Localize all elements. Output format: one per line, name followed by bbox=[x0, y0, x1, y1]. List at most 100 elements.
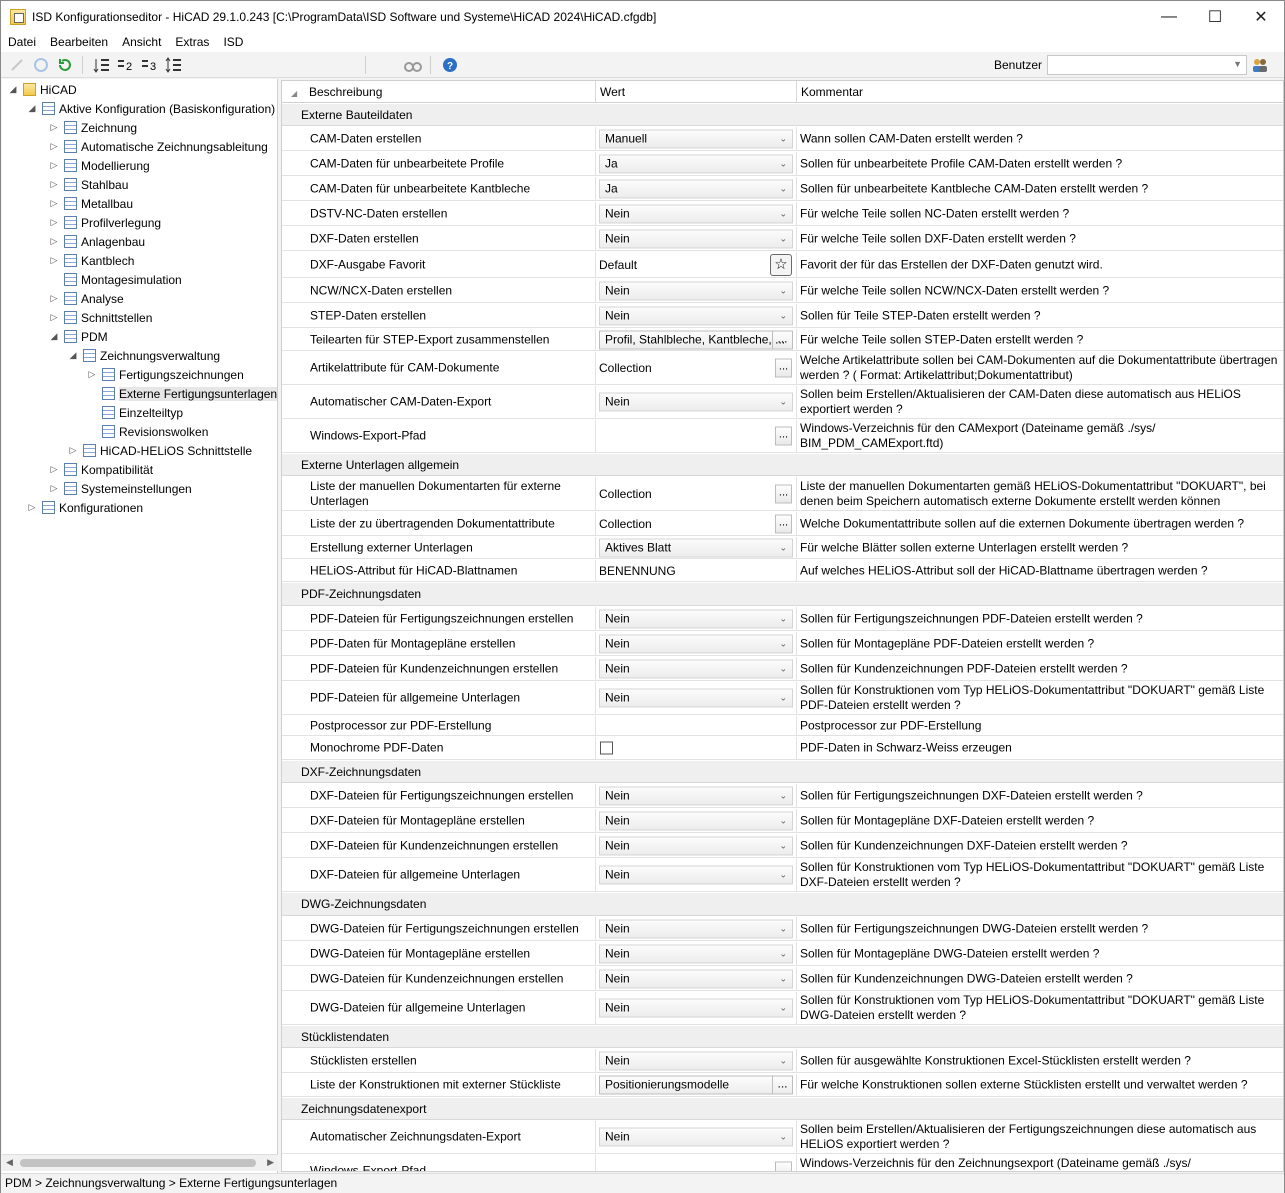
property-row[interactable]: PDF-Daten für Montagepläne erstellen Nein… bbox=[282, 632, 1283, 656]
tree-node[interactable]: Revisionswolken bbox=[87, 422, 208, 441]
tree-node[interactable]: Externe Fertigungsunterlagen bbox=[87, 384, 277, 403]
property-row[interactable]: NCW/NCX-Daten erstellen Nein ⌄ Für welche T… bbox=[282, 279, 1283, 303]
tree-node[interactable]: ▷ Kompatibilität bbox=[49, 460, 154, 479]
property-row[interactable]: DXF-Dateien für Kundenzeichnungen erstel… bbox=[282, 834, 1283, 858]
value-dropdown[interactable]: Ja ⌄ bbox=[599, 179, 793, 198]
tree-node[interactable]: ▷ HiCAD-HELiOS Schnittstelle bbox=[68, 441, 253, 460]
property-row[interactable]: DWG-Dateien für Kundenzeichnungen erstel… bbox=[282, 967, 1283, 991]
tree-node[interactable]: ▷ Konfigurationen bbox=[27, 498, 144, 517]
property-row[interactable]: DXF-Dateien für Fertigungszeichnungen er… bbox=[282, 784, 1283, 808]
ellipsis-button[interactable]: ... bbox=[775, 358, 792, 378]
property-row[interactable]: PDF-Dateien für Kundenzeichnungen erstel… bbox=[282, 657, 1283, 681]
level-3-icon[interactable]: 3 bbox=[139, 54, 161, 76]
group-header[interactable]: PDF-Zeichnungsdaten bbox=[282, 583, 1283, 606]
ellipsis-button[interactable]: ... bbox=[772, 1076, 792, 1094]
tree-node[interactable]: ▷ Analyse bbox=[49, 289, 124, 308]
expand-arrow-icon[interactable]: ▷ bbox=[49, 179, 59, 190]
property-row[interactable]: Liste der zu übertragenden Dokumentattri… bbox=[282, 512, 1283, 536]
menu-ansicht[interactable]: Ansicht bbox=[115, 35, 168, 49]
expand-arrow-icon[interactable]: ▷ bbox=[49, 236, 59, 247]
property-row[interactable]: Teilearten für STEP-Export zusammenstell… bbox=[282, 329, 1283, 351]
value-dropdown[interactable]: Nein ⌄ bbox=[599, 811, 793, 830]
monochrome-checkbox[interactable] bbox=[600, 741, 613, 755]
edit-pencil-icon[interactable] bbox=[6, 54, 28, 76]
value-dropdown[interactable]: Nein ⌄ bbox=[599, 1127, 793, 1147]
group-header[interactable]: Externe Unterlagen allgemein bbox=[282, 454, 1283, 476]
ellipsis-button[interactable]: ... bbox=[775, 1161, 792, 1171]
property-row[interactable]: PDF-Dateien für allgemeine Unterlagen Nei… bbox=[282, 682, 1283, 715]
ellipsis-button[interactable]: ... bbox=[775, 484, 792, 503]
expand-arrow-icon[interactable]: ▷ bbox=[49, 483, 59, 494]
users-icon[interactable] bbox=[1251, 56, 1269, 74]
property-row[interactable]: Windows-Export-Pfad... Windows-Verzeichni… bbox=[282, 420, 1283, 453]
group-header[interactable]: Externe Bauteildaten bbox=[282, 104, 1283, 126]
header-description[interactable]: Beschreibung bbox=[309, 85, 382, 99]
property-row[interactable]: CAM-Daten für unbearbeitete Profile Ja ⌄ So… bbox=[282, 152, 1283, 176]
expand-arrow-icon[interactable]: ▷ bbox=[87, 369, 97, 380]
collapse-arrow-icon[interactable]: ◢ bbox=[49, 331, 59, 342]
header-comment[interactable]: Kommentar bbox=[801, 85, 863, 99]
property-row[interactable]: Artikelattribute für CAM-Dokumente Collec… bbox=[282, 352, 1283, 385]
property-row[interactable]: Liste der Konstruktionen mit externer St… bbox=[282, 1074, 1283, 1097]
minimize-button[interactable]: — bbox=[1146, 1, 1192, 32]
tree-node[interactable]: ◢ Zeichnungsverwaltung bbox=[68, 346, 221, 365]
property-row[interactable]: DXF-Dateien für Montagepläne erstellen Ne… bbox=[282, 809, 1283, 833]
value-selector[interactable]: Positionierungsmodelle... bbox=[599, 1075, 793, 1095]
refresh-icon[interactable] bbox=[54, 54, 76, 76]
value-dropdown[interactable]: Ja ⌄ bbox=[599, 154, 793, 173]
value-dropdown[interactable]: Nein ⌄ bbox=[599, 969, 793, 988]
menu-extras[interactable]: Extras bbox=[168, 35, 216, 49]
help-icon[interactable]: ? bbox=[439, 54, 461, 76]
column-divider[interactable] bbox=[796, 81, 797, 103]
scroll-left-icon[interactable]: ◀ bbox=[6, 1157, 13, 1168]
value-dropdown[interactable]: Nein ⌄ bbox=[599, 836, 793, 855]
group-header[interactable]: Stücklistendaten bbox=[282, 1026, 1283, 1048]
ellipsis-button[interactable]: ... bbox=[772, 331, 792, 348]
property-row[interactable]: Automatischer CAM-Daten-Export Nein ⌄ Solle… bbox=[282, 386, 1283, 419]
property-row[interactable]: Postprocessor zur PDF-Erstellung Postproc… bbox=[282, 716, 1283, 736]
favorite-star-icon[interactable]: ☆ bbox=[770, 253, 792, 276]
property-value[interactable]: BENENNUNG bbox=[599, 564, 676, 578]
property-row[interactable]: DXF-Dateien für allgemeine Unterlagen Nei… bbox=[282, 859, 1283, 892]
property-row[interactable]: Automatischer Zeichnungsdaten-Export Nein… bbox=[282, 1121, 1283, 1154]
tree-node[interactable]: ▷ Profilverlegung bbox=[49, 213, 162, 232]
expand-all-icon[interactable] bbox=[163, 54, 185, 76]
scrollbar-thumb[interactable] bbox=[20, 1159, 256, 1167]
expand-arrow-icon[interactable]: ▷ bbox=[68, 445, 78, 456]
group-header[interactable]: DWG-Zeichnungsdaten bbox=[282, 893, 1283, 916]
tree-node[interactable]: ▷ Schnittstellen bbox=[49, 308, 153, 327]
tree-node[interactable]: Montagesimulation bbox=[49, 270, 182, 289]
tree-node[interactable]: Einzelteiltyp bbox=[87, 403, 183, 422]
expand-arrow-icon[interactable]: ▷ bbox=[27, 502, 37, 513]
value-dropdown[interactable]: Nein ⌄ bbox=[599, 998, 793, 1018]
close-button[interactable]: ✕ bbox=[1238, 1, 1284, 32]
tree-node[interactable]: ◢ HiCAD bbox=[8, 80, 77, 99]
value-dropdown[interactable]: Nein ⌄ bbox=[599, 306, 793, 325]
ellipsis-button[interactable]: ... bbox=[775, 426, 792, 446]
expand-arrow-icon[interactable]: ▷ bbox=[49, 122, 59, 133]
group-header[interactable]: Zeichnungsdatenexport bbox=[282, 1098, 1283, 1120]
property-row[interactable]: HELiOS-Attribut für HiCAD-Blattnamen BENE… bbox=[282, 560, 1283, 582]
scroll-right-icon[interactable]: ▶ bbox=[267, 1157, 274, 1168]
property-row[interactable]: DXF-Daten erstellen Nein ⌄ Für welche Teile… bbox=[282, 227, 1283, 251]
tree-node[interactable]: ▷ Automatische Zeichnungsableitung bbox=[49, 137, 268, 156]
tree-node[interactable]: ▷ Systemeinstellungen bbox=[49, 479, 192, 498]
maximize-button[interactable]: ☐ bbox=[1192, 1, 1238, 32]
tree-node[interactable]: ▷ Fertigungszeichnungen bbox=[87, 365, 244, 384]
tree-node[interactable]: ▷ Zeichnung bbox=[49, 118, 138, 137]
menu-isd[interactable]: ISD bbox=[216, 35, 250, 49]
property-row[interactable]: Windows-Export-Pfad... Windows-Verzeichni… bbox=[282, 1155, 1283, 1171]
value-dropdown[interactable]: Nein ⌄ bbox=[599, 281, 793, 300]
value-dropdown[interactable]: Aktives Blatt ⌄ bbox=[599, 538, 793, 557]
tree-node[interactable]: ▷ Anlagenbau bbox=[49, 232, 146, 251]
property-row[interactable]: Erstellung externer Unterlagen Aktives Bl… bbox=[282, 537, 1283, 559]
expand-arrow-icon[interactable]: ▷ bbox=[49, 217, 59, 228]
tree-node[interactable]: ▷ Metallbau bbox=[49, 194, 134, 213]
binoculars-icon[interactable] bbox=[402, 54, 424, 76]
property-row[interactable]: Liste der manuellen Dokumentarten für ex… bbox=[282, 477, 1283, 511]
ellipsis-button[interactable]: ... bbox=[775, 514, 792, 533]
property-row[interactable]: Monochrome PDF-Daten PDF-Daten in Schwarz… bbox=[282, 737, 1283, 760]
tree-node[interactable]: ◢ Aktive Konfiguration (Basiskonfiguratio… bbox=[27, 99, 276, 118]
value-dropdown[interactable]: Nein ⌄ bbox=[599, 204, 793, 223]
property-row[interactable]: DWG-Dateien für Fertigungszeichnungen er… bbox=[282, 917, 1283, 941]
